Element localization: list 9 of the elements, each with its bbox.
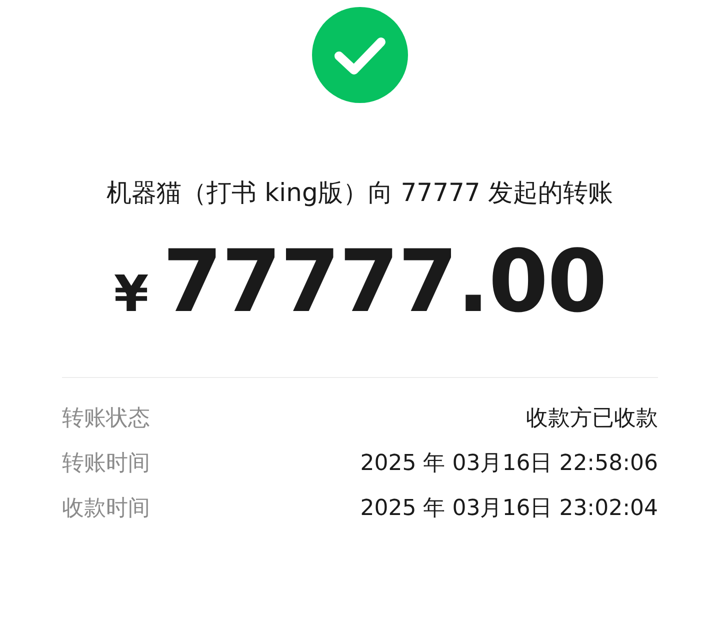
transfer-title: 机器猫（打书 king版）向 77777 发起的转账	[106, 177, 614, 209]
detail-label: 转账时间	[62, 450, 150, 478]
detail-label: 转账状态	[62, 405, 150, 433]
detail-value: 2025 年 03月16日 23:02:04	[360, 495, 658, 523]
detail-label: 收款时间	[62, 495, 150, 523]
amount-value: 77777.00	[162, 232, 606, 332]
detail-value: 收款方已收款	[526, 405, 658, 433]
detail-value: 2025 年 03月16日 22:58:06	[360, 450, 658, 478]
currency-symbol: ¥	[114, 265, 149, 323]
